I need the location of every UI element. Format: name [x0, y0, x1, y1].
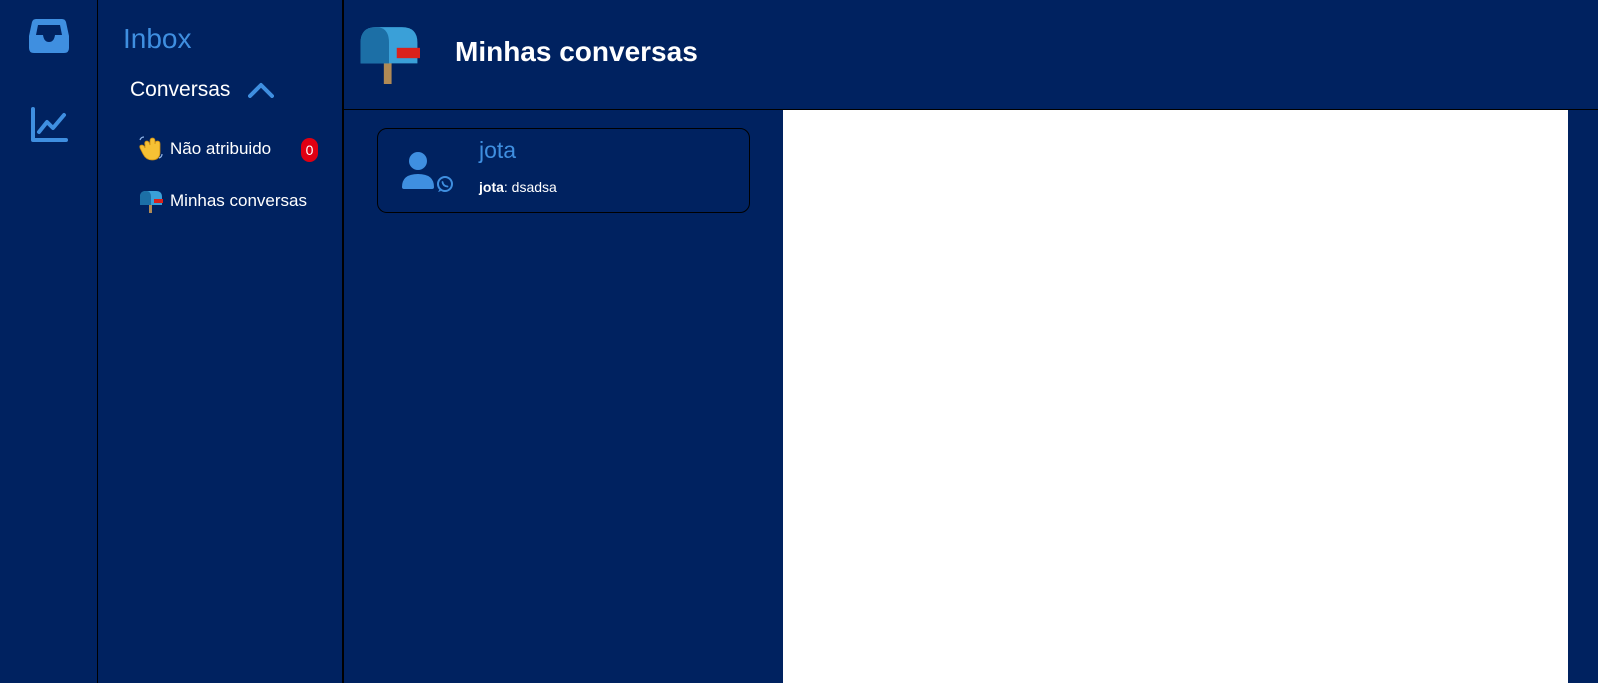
conversation-card[interactable]: jota jota: dsadsa — [377, 128, 750, 213]
page-header: Minhas conversas — [344, 0, 1598, 110]
chevron-up-icon — [248, 82, 275, 98]
mailbox-icon — [138, 188, 164, 214]
inbox-icon — [29, 16, 69, 59]
conversation-last-message: jota: dsadsa — [479, 179, 557, 195]
whatsapp-icon — [437, 176, 453, 192]
user-avatar-icon — [400, 149, 458, 197]
conversation-preview-text: dsadsa — [507, 179, 557, 195]
nav-title: Inbox — [123, 23, 192, 54]
rail-inbox-button[interactable] — [28, 16, 70, 58]
nav-item-unassigned-label: Não atribuido — [170, 139, 272, 158]
page-title: Minhas conversas — [455, 36, 698, 67]
conversation-preview-sender: jota — [479, 179, 504, 195]
nav-item-my-conversations-label: Minhas conversas — [170, 191, 308, 210]
conversations-section-toggle[interactable]: Conversas — [130, 78, 275, 102]
conversations-section-label: Conversas — [130, 78, 231, 101]
rail-reports-button[interactable] — [28, 106, 70, 148]
chart-line-icon — [29, 106, 69, 149]
nav-item-my-conversations[interactable]: Minhas conversas — [138, 188, 307, 214]
unassigned-count-badge: 0 — [301, 138, 318, 162]
nav-item-unassigned[interactable]: Não atribuido — [138, 136, 271, 162]
nav-sidebar: Inbox Conversas Não atribuido 0 Minhas c… — [98, 0, 344, 683]
conversation-content-panel — [783, 110, 1568, 683]
conversation-list: jota jota: dsadsa — [344, 110, 783, 683]
app-root: Inbox Conversas Não atribuido 0 Minhas c… — [0, 0, 1598, 683]
mailbox-icon — [358, 22, 420, 84]
icon-rail — [0, 0, 98, 683]
conversation-contact-name: jota — [479, 137, 517, 163]
waving-hand-icon — [138, 136, 164, 162]
